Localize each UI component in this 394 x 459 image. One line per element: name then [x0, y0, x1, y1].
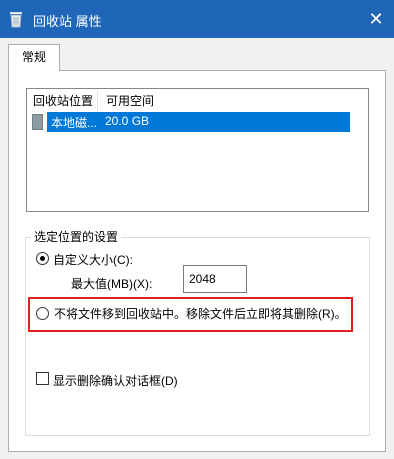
- list-item-location: 本地磁...: [51, 116, 98, 130]
- settings-group-label: 选定位置的设置: [31, 228, 122, 245]
- drive-icon: [32, 114, 43, 130]
- column-header-location[interactable]: 回收站位置: [33, 90, 93, 112]
- confirm-delete-checkbox[interactable]: [36, 372, 49, 385]
- recycle-bin-icon: [10, 12, 22, 28]
- max-size-input[interactable]: 2048: [183, 265, 247, 293]
- location-list[interactable]: 回收站位置 可用空间 本地磁... 20.0 GB: [26, 88, 369, 212]
- tab-general[interactable]: 常规: [8, 44, 60, 71]
- window-title: 回收站 属性: [33, 14, 102, 29]
- list-item[interactable]: 本地磁... 20.0 GB: [32, 112, 350, 132]
- title-bar[interactable]: 回收站 属性 ✕: [0, 0, 394, 38]
- max-value-label: 最大值(MB)(X):: [71, 277, 153, 291]
- column-divider[interactable]: [97, 91, 98, 111]
- highlight-frame: [28, 297, 353, 332]
- custom-size-label[interactable]: 自定义大小(C):: [53, 251, 133, 268]
- list-item-free-space: 20.0 GB: [105, 114, 150, 128]
- confirm-delete-label[interactable]: 显示删除确认对话框(D): [53, 372, 178, 389]
- column-header-free-space[interactable]: 可用空间: [106, 90, 154, 112]
- selection-highlight: 本地磁... 20.0 GB: [47, 112, 350, 132]
- close-icon: ✕: [368, 9, 384, 29]
- close-button[interactable]: ✕: [358, 0, 394, 38]
- custom-size-radio[interactable]: [36, 252, 49, 265]
